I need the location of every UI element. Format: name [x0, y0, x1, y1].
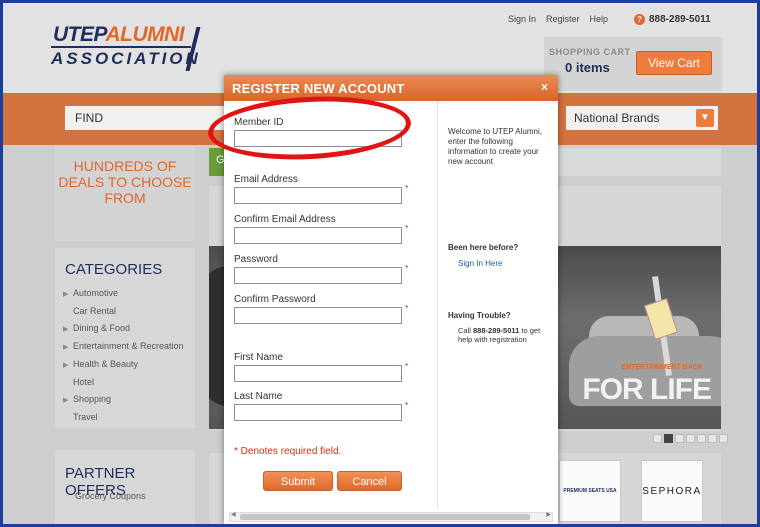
category-item[interactable]: ▶ Dining & Food [63, 320, 184, 338]
category-item[interactable]: Travel [63, 409, 184, 426]
confirm-email-label: Confirm Email Address [234, 214, 336, 225]
logo-association: ASSOCIATION [51, 49, 201, 68]
register-link[interactable]: Register [546, 14, 580, 24]
required-note: * Denotes required field. [234, 446, 342, 457]
having-trouble-heading: Having Trouble? [448, 311, 511, 320]
view-cart-button[interactable]: View Cart [636, 51, 712, 75]
category-item[interactable]: Hotel [63, 374, 184, 391]
horizontal-scrollbar[interactable]: ◀ ▶ [229, 512, 553, 522]
required-mark: * [405, 184, 409, 193]
slideshow-pager [653, 434, 728, 443]
site-logo[interactable]: UTEPALUMNI ASSOCIATION [51, 23, 201, 75]
help-icon: ? [634, 14, 645, 25]
triangle-right-icon: ▶ [63, 326, 69, 333]
pager-dot[interactable] [653, 434, 662, 443]
cart-count: 0 items [565, 60, 610, 75]
triangle-right-icon: ▶ [63, 344, 69, 351]
been-here-heading: Been here before? [448, 243, 519, 252]
logo-alumni: ALUMNI [105, 23, 185, 46]
category-item[interactable]: ▶ Entertainment & Recreation [63, 338, 184, 356]
pager-dot[interactable] [719, 434, 728, 443]
email-label: Email Address [234, 174, 298, 185]
required-mark: * [405, 401, 409, 410]
pager-dot[interactable] [675, 434, 684, 443]
partner-offers-panel: PARTNER OFFERS Grocery Coupons [55, 450, 195, 524]
deals-banner-arrow [55, 203, 195, 241]
confirm-password-label: Confirm Password [234, 294, 316, 305]
category-item[interactable]: ▶ Health & Beauty [63, 356, 184, 374]
modal-title: REGISTER NEW ACCOUNT [232, 81, 405, 96]
cart-label: SHOPPING CART [549, 47, 631, 57]
brands-select[interactable]: National Brands ▼ [566, 106, 718, 130]
sign-in-link[interactable]: Sign In [508, 14, 536, 24]
first-name-label: First Name [234, 352, 283, 363]
cancel-button[interactable]: Cancel [337, 471, 402, 491]
phone-number: ? 888-289-5011 [634, 14, 711, 25]
email-input[interactable] [234, 187, 402, 204]
scroll-left-icon[interactable]: ◀ [231, 511, 236, 518]
modal-header: REGISTER NEW ACCOUNT × [224, 75, 558, 101]
last-name-label: Last Name [234, 391, 283, 402]
last-name-input[interactable] [234, 404, 402, 421]
phone-text: 888-289-5011 [649, 14, 711, 25]
browser-frame: UTEPALUMNI ASSOCIATION Sign In Register … [0, 0, 760, 527]
category-item[interactable]: ▶ Automotive [63, 285, 184, 303]
help-phone: 888-289-5011 [473, 326, 520, 335]
modal-divider [437, 101, 438, 509]
password-label: Password [234, 254, 278, 265]
sign-in-here-link[interactable]: Sign In Here [458, 259, 502, 268]
help-text: Call 888-289-5011 to get help with regis… [458, 326, 541, 344]
brands-select-value: National Brands [574, 111, 660, 125]
help-link[interactable]: Help [590, 14, 609, 24]
triangle-right-icon: ▶ [63, 362, 69, 369]
close-icon[interactable]: × [541, 80, 548, 94]
triangle-right-icon: ▶ [63, 397, 69, 404]
sephora-logo[interactable]: SEPHORA [641, 460, 703, 522]
category-item[interactable]: ▶ Shopping [63, 391, 184, 409]
slide-tagline: ENTERTAINMENT BACK [621, 364, 703, 371]
logo-utep: UTEP [53, 23, 106, 46]
required-mark: * [405, 224, 409, 233]
categories-list: ▶ Automotive Car Rental ▶ Dining & Food ▶ E… [63, 285, 184, 426]
pager-dot[interactable] [686, 434, 695, 443]
premium-seats-logo[interactable]: PREMIUM SEATS USA [559, 460, 621, 522]
submit-button[interactable]: Submit [263, 471, 333, 491]
scrollbar-thumb[interactable] [240, 514, 530, 520]
top-links: Sign In Register Help [508, 14, 608, 24]
deals-text: HUNDREDS OF DEALS TO CHOOSE FROM [58, 158, 192, 206]
pager-dot[interactable] [708, 434, 717, 443]
shopping-cart: SHOPPING CART 0 items View Cart [544, 37, 722, 91]
logo-divider [51, 46, 191, 48]
required-mark: * [405, 304, 409, 313]
slide-title: FOR LIFE [582, 373, 712, 406]
password-input[interactable] [234, 267, 402, 284]
triangle-right-icon: ▶ [63, 291, 69, 298]
category-item[interactable]: Car Rental [63, 303, 184, 320]
page: UTEPALUMNI ASSOCIATION Sign In Register … [3, 3, 757, 524]
required-mark: * [405, 264, 409, 273]
scroll-right-icon[interactable]: ▶ [546, 511, 551, 518]
pager-dot-active[interactable] [664, 434, 673, 443]
welcome-text: Welcome to UTEP Alumni, enter the follow… [448, 127, 542, 166]
confirm-email-input[interactable] [234, 227, 402, 244]
categories-title: CATEGORIES [65, 261, 163, 278]
first-name-input[interactable] [234, 365, 402, 382]
required-mark: * [405, 362, 409, 371]
grocery-coupons-link[interactable]: Grocery Coupons [75, 491, 146, 501]
pager-dot[interactable] [697, 434, 706, 443]
confirm-password-input[interactable] [234, 307, 402, 324]
chevron-down-icon[interactable]: ▼ [696, 109, 714, 127]
categories-panel: CATEGORIES ▶ Automotive Car Rental ▶ Dinin… [55, 248, 195, 428]
modal-body: Member ID Email Address * Confirm Email … [224, 101, 558, 524]
